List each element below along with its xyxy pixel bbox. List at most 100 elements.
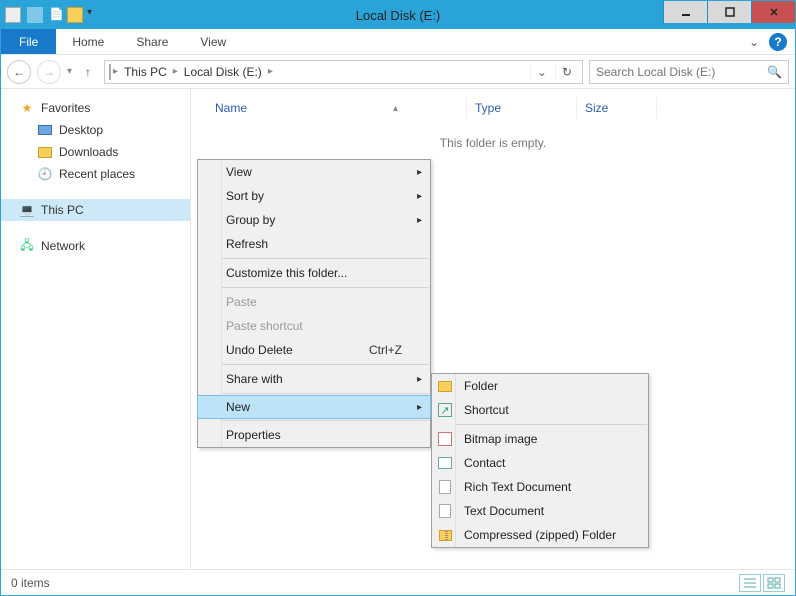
menu-paste: Paste xyxy=(198,290,430,314)
sidebar-item-downloads[interactable]: Downloads xyxy=(1,141,190,163)
qa-newfolder-icon[interactable] xyxy=(67,7,83,23)
menu-new-bitmap[interactable]: Bitmap image xyxy=(432,427,648,451)
navigation-pane: ★ Favorites Desktop Downloads 🕘Recent pla… xyxy=(1,89,191,569)
menu-label: Text Document xyxy=(464,504,544,518)
menu-sharewith[interactable]: Share with▸ xyxy=(198,367,430,391)
folder-icon xyxy=(436,377,454,395)
sidebar-favorites[interactable]: ★ Favorites xyxy=(1,97,190,119)
sidebar-item-label: Recent places xyxy=(59,167,135,181)
menu-paste-shortcut: Paste shortcut xyxy=(198,314,430,338)
sidebar-item-recent[interactable]: 🕘Recent places xyxy=(1,163,190,185)
context-menu: View▸ Sort by▸ Group by▸ Refresh Customi… xyxy=(197,159,431,448)
tab-view[interactable]: View xyxy=(184,29,242,54)
status-bar: 0 items xyxy=(1,569,795,595)
breadcrumb-localdisk[interactable]: Local Disk (E:) xyxy=(180,65,266,79)
minimize-button[interactable] xyxy=(663,1,707,23)
rtf-icon xyxy=(436,478,454,496)
column-type[interactable]: Type xyxy=(467,97,577,119)
column-label: Name xyxy=(215,101,247,115)
menu-view[interactable]: View▸ xyxy=(198,160,430,184)
search-box[interactable]: 🔍 xyxy=(589,60,789,84)
pc-icon: 💻 xyxy=(19,202,35,218)
sidebar-item-label: This PC xyxy=(41,203,84,217)
column-size[interactable]: Size xyxy=(577,97,657,119)
sidebar-item-thispc[interactable]: 💻 This PC xyxy=(1,199,190,221)
menu-label: Undo Delete xyxy=(226,343,293,357)
menu-undo[interactable]: Undo Delete Ctrl+Z xyxy=(198,338,430,362)
menu-new-txt[interactable]: Text Document xyxy=(432,499,648,523)
menu-label: Properties xyxy=(226,428,281,442)
menu-new-rtf[interactable]: Rich Text Document xyxy=(432,475,648,499)
refresh-button[interactable]: ↻ xyxy=(555,65,578,79)
view-details-button[interactable] xyxy=(739,574,761,592)
menu-label: Compressed (zipped) Folder xyxy=(464,528,616,542)
breadcrumb-chevron-icon[interactable]: ▸ xyxy=(268,66,273,77)
empty-folder-text: This folder is empty. xyxy=(207,136,779,150)
menu-sortby[interactable]: Sort by▸ xyxy=(198,184,430,208)
menu-label: Sort by xyxy=(226,189,264,203)
address-bar[interactable]: ▸ This PC ▸ Local Disk (E:) ▸ ⌄ ↻ xyxy=(104,60,583,84)
menu-label: Contact xyxy=(464,456,505,470)
search-icon[interactable]: 🔍 xyxy=(767,65,782,79)
qa-dropdown-icon[interactable]: ▾ xyxy=(85,7,101,23)
menu-label: Bitmap image xyxy=(464,432,537,446)
tab-share[interactable]: Share xyxy=(120,29,184,54)
menu-refresh[interactable]: Refresh xyxy=(198,232,430,256)
menu-groupby[interactable]: Group by ▸ xyxy=(198,208,430,232)
breadcrumb-chevron-icon[interactable]: ▸ xyxy=(173,66,178,77)
submenu-arrow-icon: ▸ xyxy=(417,215,422,226)
tab-home[interactable]: Home xyxy=(56,29,120,54)
menu-label: Paste xyxy=(226,295,257,309)
new-submenu: Folder ↗ Shortcut Bitmap image Contact Ri… xyxy=(431,373,649,548)
column-name[interactable]: Name▴ xyxy=(207,97,467,119)
sidebar-favorites-label: Favorites xyxy=(41,101,90,115)
menu-label: Shortcut xyxy=(464,403,509,417)
menu-new-contact[interactable]: Contact xyxy=(432,451,648,475)
column-headers: Name▴ Type Size xyxy=(207,97,779,120)
star-icon: ★ xyxy=(19,100,35,116)
status-item-count: 0 items xyxy=(11,576,50,590)
sidebar-item-network[interactable]: 🖧Network xyxy=(1,235,190,257)
address-dropdown-icon[interactable]: ⌄ xyxy=(530,65,553,79)
submenu-arrow-icon: ▸ xyxy=(417,167,422,178)
forward-button[interactable]: → xyxy=(37,60,61,84)
menu-new-shortcut[interactable]: ↗ Shortcut xyxy=(432,398,648,422)
window-title: Local Disk (E:) xyxy=(356,8,441,23)
desktop-icon xyxy=(37,122,53,138)
file-tab[interactable]: File xyxy=(1,29,56,54)
file-list-area[interactable]: Name▴ Type Size This folder is empty. Vi… xyxy=(191,89,795,569)
drive-icon xyxy=(109,65,111,79)
up-button[interactable]: ↑ xyxy=(78,65,98,79)
menu-new[interactable]: New ▸ xyxy=(197,395,431,419)
menu-label: Folder xyxy=(464,379,498,393)
help-button[interactable]: ? xyxy=(769,33,787,51)
menu-new-folder[interactable]: Folder xyxy=(432,374,648,398)
menu-properties[interactable]: Properties xyxy=(198,423,430,447)
sidebar-item-desktop[interactable]: Desktop xyxy=(1,119,190,141)
ribbon: File Home Share View ⌄ ? xyxy=(1,29,795,55)
history-dropdown-icon[interactable]: ▾ xyxy=(67,66,72,77)
menu-new-zip[interactable]: Compressed (zipped) Folder xyxy=(432,523,648,547)
qa-properties-icon[interactable]: 📄 xyxy=(49,7,65,23)
breadcrumb-thispc[interactable]: This PC xyxy=(120,65,171,79)
menu-customize[interactable]: Customize this folder... xyxy=(198,261,430,285)
maximize-button[interactable] xyxy=(707,1,751,23)
menu-label: New xyxy=(226,400,250,414)
navigation-bar: ← → ▾ ↑ ▸ This PC ▸ Local Disk (E:) ▸ ⌄ … xyxy=(1,55,795,89)
breadcrumb-chevron-icon[interactable]: ▸ xyxy=(113,66,118,77)
submenu-arrow-icon: ▸ xyxy=(417,402,422,413)
menu-label: Group by xyxy=(226,213,275,227)
txt-icon xyxy=(436,502,454,520)
network-icon: 🖧 xyxy=(19,238,35,254)
menu-label: Customize this folder... xyxy=(226,266,347,280)
quick-access-toolbar: 📄 ▾ xyxy=(1,7,101,23)
downloads-icon xyxy=(37,144,53,160)
ribbon-collapse-icon[interactable]: ⌄ xyxy=(743,29,765,54)
shortcut-icon: ↗ xyxy=(436,401,454,419)
menu-accelerator: Ctrl+Z xyxy=(369,343,402,357)
back-button[interactable]: ← xyxy=(7,60,31,84)
close-button[interactable] xyxy=(751,1,795,23)
search-input[interactable] xyxy=(596,65,767,79)
menu-label: Refresh xyxy=(226,237,268,251)
view-icons-button[interactable] xyxy=(763,574,785,592)
